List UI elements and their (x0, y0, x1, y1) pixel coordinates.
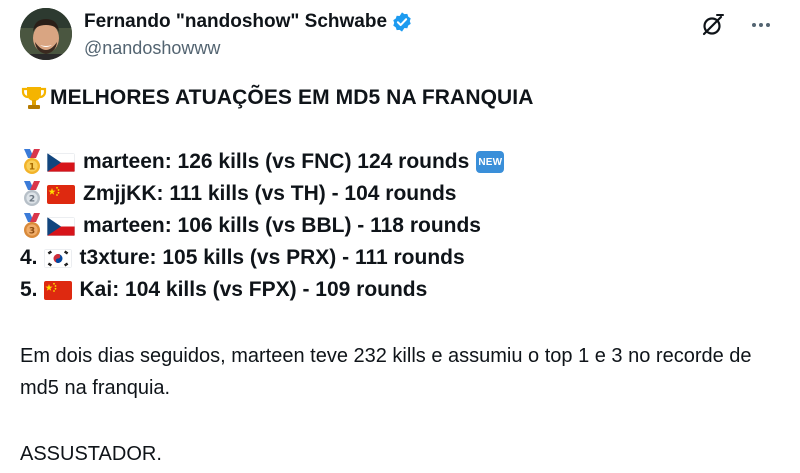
ranking-item-4: 4. t3xture: 105 kills (vs PRX) - 111 rou… (20, 242, 780, 274)
ranking-item-1: 1 marteen: 126 kills (vs FNC) 124 rounds… (20, 146, 780, 178)
header-actions (700, 12, 774, 38)
ranking-item-3: 3 marteen: 106 kills (vs BBL) - 118 roun… (20, 210, 780, 242)
czech-flag-icon (47, 152, 75, 172)
tweet-headline: MELHORES ATUAÇÕES EM MD5 NA FRANQUIA (20, 82, 780, 114)
ranking-text: t3xture: 105 kills (vs PRX) - 111 rounds (79, 246, 465, 269)
tweet-body: MELHORES ATUAÇÕES EM MD5 NA FRANQUIA 1 m… (20, 82, 780, 470)
ranking-text: Kai: 104 kills (vs FPX) - 109 rounds (79, 278, 428, 301)
svg-text:2: 2 (29, 195, 35, 205)
tweet-paragraph: Em dois dias seguidos, marteen teve 232 … (20, 345, 752, 399)
ranking-text: marteen: 126 kills (vs FNC) 124 rounds (83, 150, 470, 173)
ranking-text: marteen: 106 kills (vs BBL) - 118 rounds (83, 214, 481, 237)
ranking-list: 1 marteen: 126 kills (vs FNC) 124 rounds… (20, 146, 780, 306)
rank-number: 5. (20, 278, 38, 301)
avatar[interactable] (20, 8, 72, 60)
more-icon[interactable] (748, 12, 774, 38)
gold-medal-icon: 1 (24, 149, 40, 174)
rank-number: 4. (20, 246, 38, 269)
svg-text:1: 1 (29, 163, 35, 173)
czech-flag-icon (47, 216, 75, 236)
south-korea-flag-icon (43, 248, 72, 268)
verified-badge-icon (391, 11, 413, 33)
bronze-medal-icon: 3 (24, 213, 40, 238)
tweet-header: Fernando "nandoshow" Schwabe @nandoshoww… (84, 10, 710, 62)
ranking-item-5: 5. Kai: 104 kills (vs FPX) - 109 rounds (20, 274, 780, 306)
china-flag-icon (43, 280, 72, 300)
tweet-card: Fernando "nandoshow" Schwabe @nandoshoww… (0, 0, 800, 473)
trophy-icon (21, 87, 47, 109)
user-handle[interactable]: @nandoshowww (84, 36, 710, 60)
display-name[interactable]: Fernando "nandoshow" Schwabe (84, 10, 387, 34)
avatar-image (20, 8, 72, 60)
svg-text:3: 3 (29, 227, 35, 237)
tweet-closing-text: ASSUSTADOR. (20, 443, 162, 465)
new-badge-icon: NEW (476, 151, 505, 173)
silver-medal-icon: 2 (24, 181, 40, 206)
ranking-text: ZmjjKK: 111 kills (vs TH) - 104 rounds (83, 182, 457, 205)
ranking-item-2: 2 ZmjjKK: 111 kills (vs TH) - 104 rounds (20, 178, 780, 210)
headline-text: MELHORES ATUAÇÕES EM MD5 NA FRANQUIA (50, 86, 534, 109)
china-flag-icon (47, 184, 75, 204)
name-row: Fernando "nandoshow" Schwabe (84, 10, 710, 34)
grok-icon[interactable] (700, 12, 726, 38)
